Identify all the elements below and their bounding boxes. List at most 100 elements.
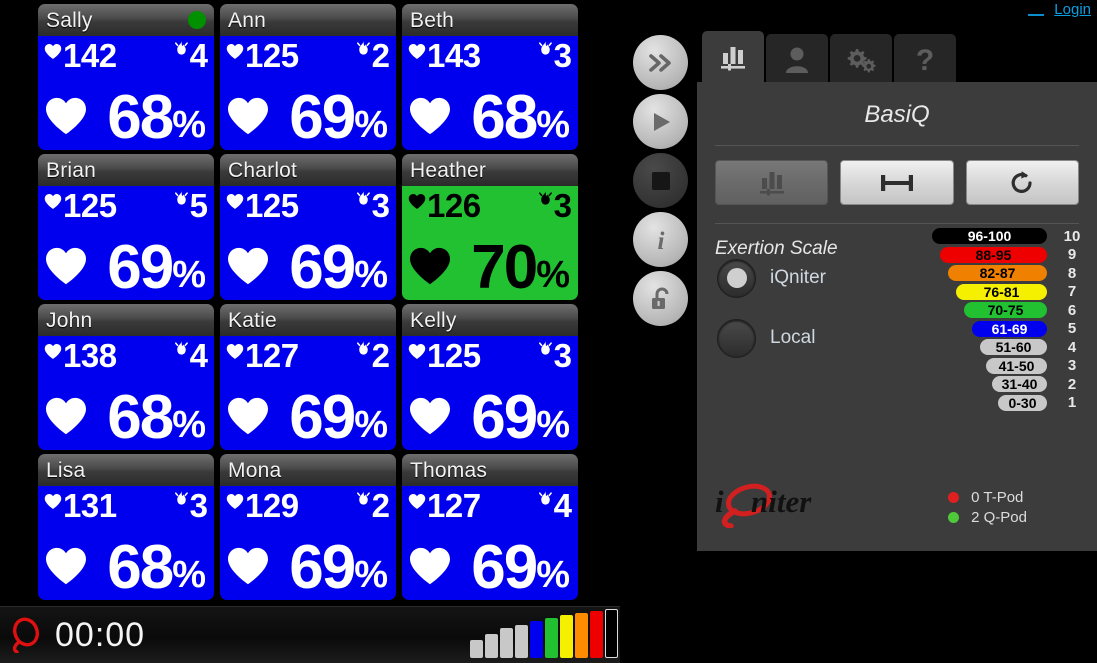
participant-card[interactable]: Kelly 125 3 69% — [402, 304, 578, 450]
exertion-range-pill: 82-87 — [948, 265, 1047, 282]
pod-status-row: 2 Q-Pod — [948, 507, 1027, 527]
stop-button[interactable] — [633, 153, 688, 208]
heart-large-icon — [46, 547, 86, 585]
percent-value: 68 — [107, 383, 174, 450]
participant-name: Brian — [46, 158, 97, 182]
participant-card[interactable]: Brian 125 5 69% — [38, 154, 214, 300]
pod-status-dot — [948, 511, 960, 523]
calorie-value: 3 — [189, 487, 208, 524]
gauge-bar — [485, 634, 498, 658]
participant-card[interactable]: Katie 127 2 69% — [220, 304, 396, 450]
heart-rate-value: 143 — [427, 37, 481, 74]
heart-small-icon — [44, 344, 62, 359]
unlock-icon — [651, 287, 668, 309]
card-body: 126 3 70% — [402, 186, 578, 300]
percent-sign: % — [536, 404, 570, 446]
heart-rate-group: 125 — [44, 188, 117, 224]
percent-sign: % — [536, 104, 570, 146]
pod-label: 0 T-Pod — [971, 488, 1024, 506]
exertion-scale-row: 0-30 1 — [697, 394, 1097, 413]
tab-dashboard[interactable] — [702, 31, 764, 85]
percent-row: 69% — [220, 236, 396, 300]
gears-icon — [847, 48, 876, 72]
info-icon: i — [657, 228, 664, 254]
panel-title: BasiQ — [864, 101, 930, 128]
calorie-group: 4 — [173, 338, 208, 374]
view-range-button[interactable] — [840, 160, 954, 205]
info-button[interactable]: i — [633, 212, 688, 267]
participant-name: Katie — [228, 308, 277, 332]
flame-icon — [174, 341, 188, 355]
refresh-button[interactable] — [965, 160, 1079, 205]
heart-rate-value: 142 — [63, 37, 117, 74]
exertion-scale-row: 96-100 10 — [697, 227, 1097, 246]
heart-small-icon — [408, 44, 426, 59]
participant-card[interactable]: Sally 142 4 68% — [38, 4, 214, 150]
minimize-icon[interactable] — [1028, 3, 1045, 17]
card-header: Brian — [38, 154, 214, 186]
view-chart-button[interactable] — [715, 160, 829, 205]
play-button[interactable] — [633, 94, 688, 149]
participant-card[interactable]: John 138 4 68% — [38, 304, 214, 450]
card-header: Mona — [220, 454, 396, 486]
participant-card[interactable]: Heather 126 3 70% — [402, 154, 578, 300]
exertion-range-pill: 51-60 — [980, 339, 1047, 356]
heart-rate-group: 126 — [408, 188, 481, 224]
participant-card[interactable]: Lisa 131 3 68% — [38, 454, 214, 600]
percent-sign: % — [536, 254, 570, 296]
tab-help[interactable]: ? — [894, 34, 956, 85]
heart-rate-value: 125 — [245, 187, 299, 224]
percent-sign: % — [536, 554, 570, 596]
calorie-group: 3 — [537, 338, 572, 374]
heart-rate-value: 126 — [427, 187, 481, 224]
heart-rate-value: 127 — [427, 487, 481, 524]
login-link[interactable]: Login — [1054, 2, 1091, 17]
tab-settings[interactable] — [830, 34, 892, 85]
card-body: 125 3 69% — [402, 336, 578, 450]
login-area: Login — [1028, 2, 1091, 17]
status-dot — [188, 11, 206, 29]
percent-row: 69% — [220, 86, 396, 150]
card-header: Thomas — [402, 454, 578, 486]
unlock-button[interactable] — [633, 271, 688, 326]
calorie-value: 5 — [189, 187, 208, 224]
heart-rate-group: 125 — [408, 338, 481, 374]
flame-icon — [174, 191, 188, 205]
calorie-value: 3 — [553, 37, 572, 74]
heart-large-icon — [228, 547, 268, 585]
tab-users[interactable] — [766, 34, 828, 85]
participant-card[interactable]: Mona 129 2 69% — [220, 454, 396, 600]
metrics-row: 138 4 — [38, 336, 214, 380]
equalizer-icon — [759, 171, 784, 195]
iqniter-logo-icon: i niter — [715, 483, 812, 529]
participant-name: Lisa — [46, 458, 86, 482]
exertion-level-number: 8 — [1067, 264, 1077, 282]
participant-name: Thomas — [410, 458, 488, 482]
percent-sign: % — [354, 254, 388, 296]
metrics-row: 131 3 — [38, 486, 214, 530]
calorie-value: 4 — [553, 487, 572, 524]
panel-action-buttons — [697, 146, 1097, 205]
pod-status-dot — [948, 491, 960, 503]
exertion-range-pill: 70-75 — [964, 302, 1047, 319]
fast-forward-button[interactable] — [633, 35, 688, 90]
exertion-scale-legend: 96-100 10 88-95 9 82-87 8 76-81 7 70-75 6 61-69 5 51… — [697, 227, 1097, 412]
card-header: Katie — [220, 304, 396, 336]
card-header: Heather — [402, 154, 578, 186]
exertion-range-pill: 61-69 — [972, 320, 1047, 337]
flame-icon — [174, 491, 188, 505]
svg-text:i: i — [715, 484, 724, 519]
percent-row: 69% — [220, 386, 396, 450]
intensity-gauge — [470, 609, 618, 658]
card-header: Lisa — [38, 454, 214, 486]
percent-value: 69 — [289, 233, 356, 300]
percent-value: 69 — [289, 533, 356, 600]
participant-card[interactable]: Ann 125 2 69% — [220, 4, 396, 150]
participant-card[interactable]: Beth 143 3 68% — [402, 4, 578, 150]
percent-row: 68% — [38, 386, 214, 450]
participant-card[interactable]: Charlot 125 3 69% — [220, 154, 396, 300]
participant-card[interactable]: Thomas 127 4 69% — [402, 454, 578, 600]
calorie-value: 3 — [553, 187, 572, 224]
calorie-group: 2 — [355, 488, 390, 524]
person-icon — [786, 47, 808, 73]
